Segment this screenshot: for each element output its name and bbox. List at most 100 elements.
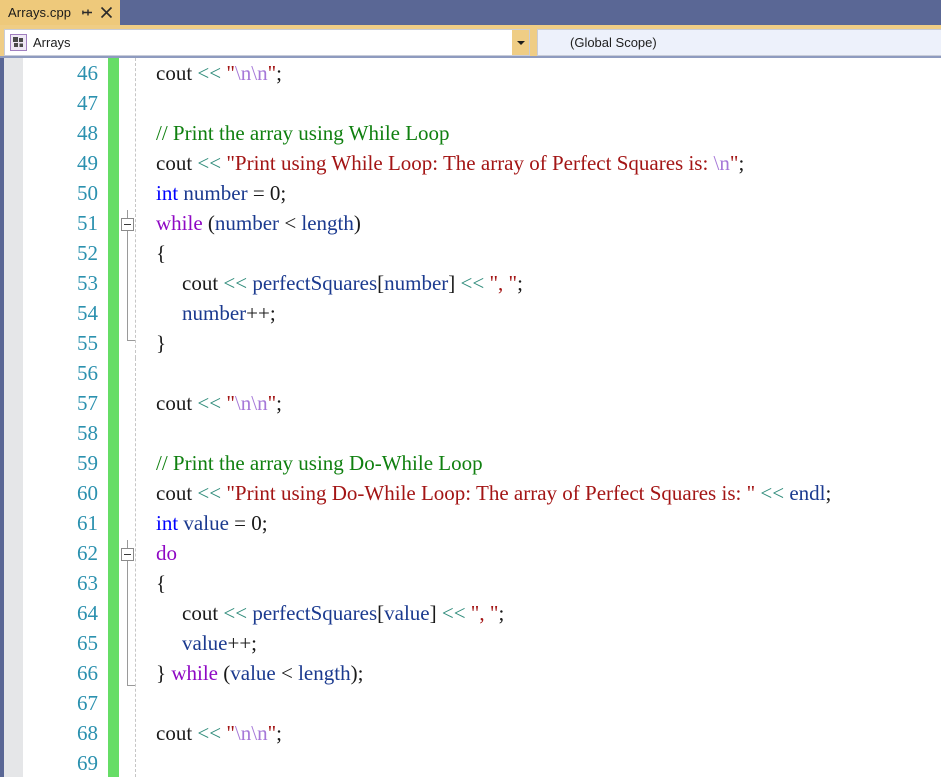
line-number: 53	[77, 271, 98, 295]
line-number: 67	[77, 691, 98, 715]
tab-label: Arrays.cpp	[8, 5, 72, 20]
code-text: // Print the array using While Loop	[156, 118, 450, 148]
line-number: 63	[77, 571, 98, 595]
code-line[interactable]: 51 while (number < length)	[0, 208, 941, 238]
token-id: number	[384, 271, 449, 295]
token-str: "	[226, 721, 235, 745]
line-number: 61	[77, 511, 98, 535]
token-id: number	[183, 181, 248, 205]
token-pl: <	[275, 661, 299, 685]
code-line[interactable]: 52 {	[0, 238, 941, 268]
code-line[interactable]: 62 do	[0, 538, 941, 568]
token-pl: ;	[498, 601, 505, 625]
token-op: <<	[197, 151, 222, 175]
code-line[interactable]: 67	[0, 688, 941, 718]
token-id: length	[298, 661, 351, 685]
token-op: <<	[441, 601, 466, 625]
line-number: 50	[77, 181, 98, 205]
code-text: cout << perfectSquares[number] << ", ";	[182, 268, 523, 298]
line-number: 59	[77, 451, 98, 475]
token-id: length	[301, 211, 354, 235]
token-pl: ;	[825, 481, 832, 505]
code-line[interactable]: 55}	[0, 328, 941, 358]
code-line[interactable]: 61 int value = 0;	[0, 508, 941, 538]
token-pl: cout	[156, 481, 198, 505]
code-line[interactable]: 60 cout << "Print using Do-While Loop: Th…	[0, 478, 941, 508]
line-number: 62	[77, 541, 98, 565]
token-pl: cout	[156, 721, 198, 745]
pin-icon[interactable]	[80, 6, 94, 20]
token-id: value	[182, 631, 228, 655]
token-id: number	[214, 211, 280, 235]
token-esc: \n	[713, 151, 730, 175]
code-line[interactable]: 68 cout << "\n\n";	[0, 718, 941, 748]
token-str: "Print using While Loop: The array of Pe…	[226, 151, 714, 175]
line-number: 60	[77, 481, 98, 505]
visual-studio-editor-window: Arrays.cpp Arrays (Global Scope) 46 cout…	[0, 0, 941, 777]
line-number: 68	[77, 721, 98, 745]
token-kw: int	[156, 181, 179, 205]
code-line[interactable]: 58	[0, 418, 941, 448]
token-esc: \n\n	[234, 61, 268, 85]
token-cmt: // Print the array using Do-While Loop	[156, 451, 483, 475]
token-pl: ;	[276, 391, 283, 415]
token-kwf: while	[156, 211, 203, 235]
token-pl: ]	[448, 271, 461, 295]
navigation-bar: Arrays (Global Scope)	[0, 29, 941, 56]
token-pl: cout	[156, 61, 198, 85]
token-pl: cout	[182, 601, 224, 625]
token-pl: ++;	[227, 631, 258, 655]
scope-dropdown[interactable]: Arrays	[4, 29, 530, 56]
code-text: int value = 0;	[156, 508, 268, 538]
code-line[interactable]: 63 {	[0, 568, 941, 598]
code-line[interactable]: 49 cout << "Print using While Loop: The a…	[0, 148, 941, 178]
code-line[interactable]: 69	[0, 748, 941, 777]
member-dropdown[interactable]: (Global Scope)	[537, 29, 941, 56]
code-line[interactable]: 54 number++;	[0, 298, 941, 328]
code-text: do	[156, 538, 177, 568]
line-number: 46	[77, 61, 98, 85]
code-line[interactable]: 57 cout << "\n\n";	[0, 388, 941, 418]
code-line[interactable]: 65 value++;	[0, 628, 941, 658]
code-text: {	[156, 568, 166, 598]
line-number: 52	[77, 241, 98, 265]
token-str: "	[226, 61, 235, 85]
code-text: cout << perfectSquares[value] << ", ";	[182, 598, 504, 628]
code-line[interactable]: 53 cout << perfectSquares[number] << ", "…	[0, 268, 941, 298]
code-line[interactable]: 56	[0, 358, 941, 388]
code-text: cout << "\n\n";	[156, 718, 282, 748]
code-line[interactable]: 59 // Print the array using Do-While Loop	[0, 448, 941, 478]
token-pl: cout	[182, 271, 224, 295]
token-id: value	[183, 511, 229, 535]
token-op: <<	[197, 391, 222, 415]
code-editor-surface[interactable]: 46 cout << "\n\n"; 47 48// Print the array …	[0, 58, 941, 777]
line-number: 51	[77, 211, 98, 235]
token-op: <<	[223, 601, 248, 625]
code-line[interactable]: 46 cout << "\n\n";	[0, 58, 941, 88]
token-str: ", "	[470, 601, 499, 625]
token-esc: \n\n	[234, 721, 268, 745]
token-str: "	[267, 61, 277, 85]
token-pl: (	[202, 211, 215, 235]
code-line-list: 46 cout << "\n\n"; 47 48// Print the array …	[0, 58, 941, 777]
document-tab-strip: Arrays.cpp	[0, 0, 941, 25]
close-icon[interactable]	[100, 6, 113, 19]
code-line[interactable]: 48 // Print the array using While Loop	[0, 118, 941, 148]
line-number: 66	[77, 661, 98, 685]
token-pl: ;	[276, 721, 283, 745]
line-number: 65	[77, 631, 98, 655]
token-id: perfectSquares	[252, 271, 378, 295]
code-line[interactable]: 47	[0, 88, 941, 118]
code-line[interactable]: 66} while (value < length);	[0, 658, 941, 688]
code-text: cout << "\n\n";	[156, 58, 282, 88]
code-line[interactable]: 50 int number = 0;	[0, 178, 941, 208]
scope-dropdown-chevron-down-icon[interactable]	[512, 30, 529, 55]
line-number: 58	[77, 421, 98, 445]
code-line[interactable]: 64 cout << perfectSquares[value] << ", ";	[0, 598, 941, 628]
document-tab-arrays-cpp[interactable]: Arrays.cpp	[0, 0, 121, 25]
token-pl: ++;	[246, 301, 276, 325]
line-number: 47	[77, 91, 98, 115]
code-text: cout << "Print using Do-While Loop: The …	[156, 478, 831, 508]
token-kw: int	[156, 511, 179, 535]
token-pl: {	[156, 241, 167, 265]
